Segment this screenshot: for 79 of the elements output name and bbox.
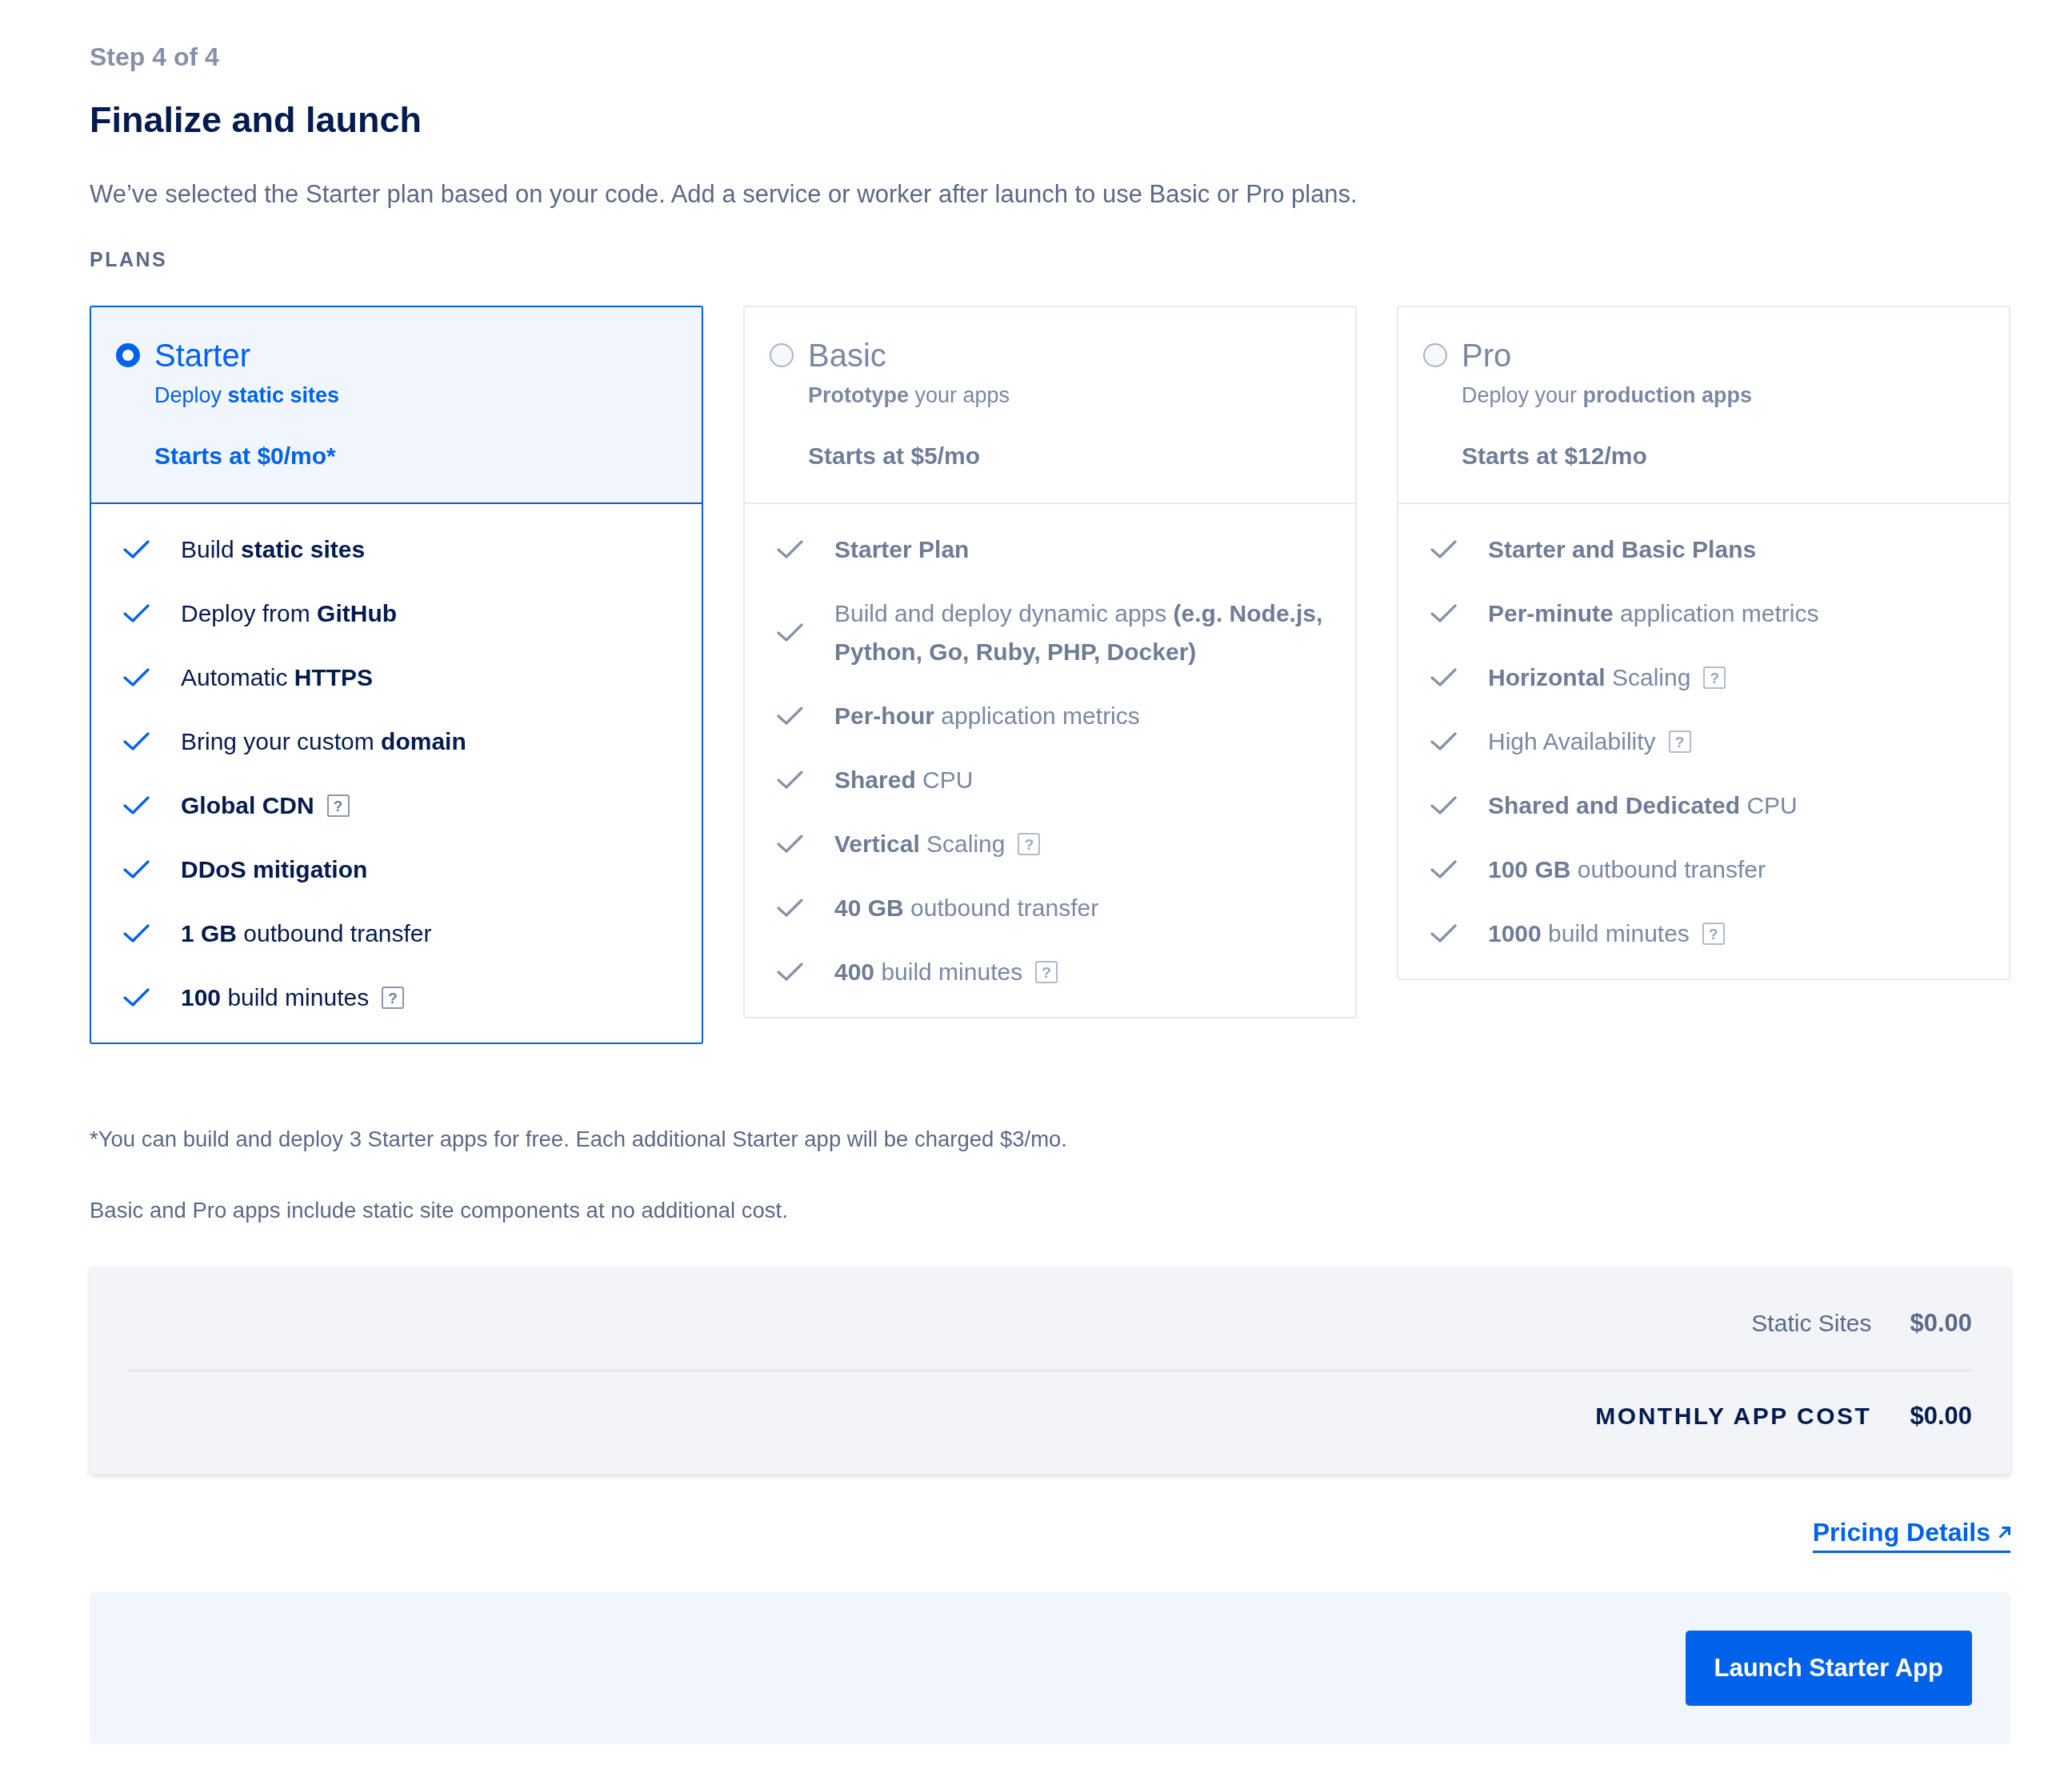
help-icon[interactable]: ? <box>1703 666 1726 689</box>
cost-amount: $0.00 <box>1910 1308 1972 1339</box>
feature-text: Deploy from GitHub <box>181 599 398 628</box>
pricing-details-link[interactable]: Pricing Details <box>1812 1516 2010 1553</box>
plan-card[interactable] <box>743 306 1357 1019</box>
radio-button[interactable] <box>770 343 794 367</box>
plan-card[interactable]: Starter Deploy static sites Starts at $0/mo* Build static sites Deploy from GitHub Automatic HTTPS Bring your custom domain Global CDN ? DDoS mitigation 1 GB outbound transfer 100 build minutes ? <box>90 306 703 1044</box>
plan-price: Starts at $0/mo* <box>154 442 337 470</box>
feature-text: High Availability <box>1488 727 1656 756</box>
check-icon <box>777 963 803 982</box>
launch-button[interactable]: Launch Starter App <box>1685 1631 1972 1706</box>
check-icon <box>1430 796 1457 815</box>
total-label: MONTHLY APP COST <box>1595 1402 1872 1431</box>
page-description: We’ve selected the Starter plan based on your code. Add a service or worker after launch to use Basic or Pro plans. <box>90 179 1358 210</box>
help-icon[interactable]: ? <box>326 794 350 817</box>
plan-title: Starter <box>154 337 251 374</box>
feature-text: Build and deploy dynamic apps (e.g. Node.js, Python, Go, Ruby, PHP, Docker) <box>834 599 1323 666</box>
feature-text: Bring your custom domain <box>181 727 466 756</box>
help-icon[interactable]: ? <box>1018 833 1041 855</box>
check-icon <box>123 732 150 751</box>
cost-label: Static Sites <box>1751 1309 1872 1338</box>
check-icon <box>123 540 150 559</box>
feature-text: Per-minute application metrics <box>1488 599 1819 628</box>
radio-button[interactable] <box>1423 343 1447 367</box>
section-label: PLANS <box>90 247 169 272</box>
check-icon <box>1430 668 1457 687</box>
footnote-text: Basic and Pro apps include static site components at no additional cost. <box>90 1197 789 1224</box>
feature-text: 1 GB outbound transfer <box>181 919 432 948</box>
plan-price: Starts at $5/mo <box>808 442 982 470</box>
feature-text: Shared CPU <box>834 766 974 794</box>
check-icon <box>777 834 803 854</box>
plan-price: Starts at $12/mo <box>1462 442 1648 470</box>
help-icon[interactable]: ? <box>1035 961 1058 983</box>
plan-title: Basic <box>808 337 886 374</box>
step-indicator: Step 4 of 4 <box>90 42 220 73</box>
feature-text: 100 build minutes <box>181 983 370 1012</box>
check-icon <box>123 604 150 623</box>
plan-tagline: Deploy your production apps <box>1462 382 1754 409</box>
check-icon <box>777 623 803 642</box>
check-icon <box>123 924 150 943</box>
feature-text: Global CDN <box>181 791 314 820</box>
radio-button[interactable] <box>116 343 140 367</box>
check-icon <box>123 668 150 687</box>
feature-text: Horizontal Scaling <box>1488 663 1691 692</box>
help-icon[interactable]: ? <box>1668 730 1691 753</box>
feature-text: 100 GB outbound transfer <box>1488 855 1766 884</box>
feature-text: Starter Plan <box>834 535 970 564</box>
check-icon <box>1430 732 1457 751</box>
feature-text: DDoS mitigation <box>181 855 368 884</box>
check-icon <box>777 540 803 559</box>
plan-tagline: Prototype your apps <box>808 382 1011 409</box>
check-icon <box>777 706 803 726</box>
feature-text: Per-hour application metrics <box>834 702 1140 730</box>
page-title: Finalize and launch <box>90 98 423 142</box>
plan-tagline: Deploy static sites <box>154 382 341 409</box>
check-icon <box>123 988 150 1007</box>
help-icon[interactable]: ? <box>382 987 405 1009</box>
plan-card[interactable] <box>1397 306 2010 980</box>
feature-text: Vertical Scaling <box>834 830 1006 858</box>
check-icon <box>777 770 803 790</box>
feature-text: 1000 build minutes <box>1488 919 1690 948</box>
check-icon <box>1430 924 1457 943</box>
plan-title: Pro <box>1462 337 1512 374</box>
check-icon <box>1430 604 1457 623</box>
feature-text: Automatic HTTPS <box>181 663 374 692</box>
feature-text: Shared and Dedicated CPU <box>1488 791 1798 820</box>
check-icon <box>1430 540 1457 559</box>
check-icon <box>1430 860 1457 879</box>
footnote-text: *You can build and deploy 3 Starter apps for free. Each additional Starter app will be charged $3/mo. <box>90 1126 1068 1153</box>
arrow-up-right-icon <box>1998 1526 2010 1539</box>
feature-text: 400 build minutes <box>834 958 1023 987</box>
check-icon <box>777 899 803 918</box>
help-icon[interactable]: ? <box>1702 923 1725 945</box>
feature-text: 40 GB outbound transfer <box>834 894 1099 923</box>
feature-text: Starter and Basic Plans <box>1488 535 1757 564</box>
feature-text: Build static sites <box>181 535 366 564</box>
total-amount: $0.00 <box>1910 1401 1972 1431</box>
check-icon <box>123 796 150 815</box>
check-icon <box>123 860 150 879</box>
